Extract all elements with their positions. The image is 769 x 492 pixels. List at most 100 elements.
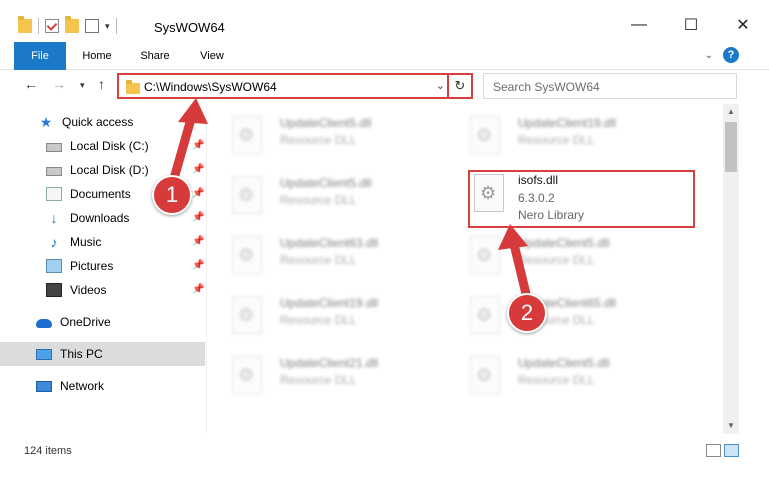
step-2-badge: 2 (507, 293, 547, 333)
forward-arrow-icon[interactable]: → (52, 76, 66, 92)
tab-view[interactable]: View (196, 42, 228, 70)
file-type: Resource DLL (518, 253, 595, 267)
scroll-down-icon[interactable]: ▼ (723, 418, 739, 434)
sidebar-item-label: Local Disk (D:) (70, 163, 149, 177)
sidebar-item-onedrive[interactable]: OneDrive (0, 310, 205, 334)
file-name: UpdateClient21.dll (280, 356, 379, 370)
sidebar-item-music[interactable]: ♪ Music 📌 (0, 230, 205, 254)
window-controls: — ☐ ✕ (613, 10, 769, 40)
refresh-icon[interactable]: ↻ (447, 75, 471, 97)
help-icon[interactable]: ? (723, 47, 739, 63)
computer-icon (36, 348, 52, 360)
step-1-badge: 1 (152, 175, 192, 215)
sidebar-item-pictures[interactable]: Pictures 📌 (0, 254, 205, 278)
back-arrow-icon[interactable]: ← (24, 76, 38, 92)
scroll-up-icon[interactable]: ▲ (723, 104, 739, 120)
file-type: Resource DLL (280, 373, 357, 387)
cloud-icon (36, 319, 52, 328)
navigation-bar: ← → ▾ ↑ C:\Windows\SysWOW64 ⌄ ↻ Search S… (0, 70, 769, 102)
sidebar-item-this-pc[interactable]: This PC (0, 342, 205, 366)
file-type: Resource DLL (280, 253, 357, 267)
scroll-thumb[interactable] (725, 122, 737, 172)
vertical-scrollbar[interactable]: ▲ ▼ (723, 104, 739, 434)
qat-dropdown-icon[interactable]: ▾ (105, 21, 110, 32)
pictures-icon (46, 259, 62, 273)
item-count: 124 items (24, 445, 72, 457)
search-box[interactable]: Search SysWOW64 (483, 73, 737, 99)
sidebar-item-label: Downloads (70, 211, 130, 225)
dll-file-icon (470, 116, 500, 154)
dll-file-icon (232, 236, 262, 274)
dll-file-icon (232, 176, 262, 214)
title-bar: ▾ SysWOW64 — ☐ ✕ (0, 0, 769, 40)
ribbon-right-controls: ⌄ ? (705, 47, 739, 63)
pin-icon[interactable]: 📌 (192, 140, 204, 151)
network-icon (36, 380, 52, 392)
sidebar-item-local-disk-c[interactable]: Local Disk (C:) 📌 (0, 134, 205, 158)
documents-icon (46, 187, 62, 201)
file-name: UpdateClient19.dll (280, 296, 379, 310)
toolbar-separator (115, 18, 117, 34)
tab-share[interactable]: Share (137, 42, 173, 70)
sidebar-item-label: This PC (60, 347, 103, 361)
pin-icon[interactable]: 📌 (192, 212, 204, 223)
file-name: UpdateClient5.dll (280, 116, 372, 130)
sidebar-item-label: Network (60, 379, 105, 393)
dll-file-icon (470, 356, 500, 394)
quick-access-toolbar: ▾ (18, 16, 117, 34)
file-name: UpdateClient19.dll (518, 116, 617, 130)
list-item[interactable]: UpdateClient5.dll Resource DLL (208, 168, 438, 216)
list-item[interactable]: UpdateClient65.dll Resource DLL (446, 288, 676, 336)
file-type: Resource DLL (280, 133, 357, 147)
list-item[interactable]: UpdateClient63.dll Resource DLL (208, 228, 438, 276)
up-arrow-icon[interactable]: ↑ (98, 76, 105, 92)
pin-icon[interactable]: 📌 (192, 236, 204, 247)
pin-icon[interactable]: 📌 (192, 164, 204, 175)
drive-icon (46, 143, 62, 152)
address-dropdown-icon[interactable]: ⌄ (436, 79, 445, 92)
customize-icon[interactable] (85, 19, 99, 33)
file-list: UpdateClient5.dll Resource DLL UpdateCli… (208, 104, 722, 434)
list-item[interactable]: UpdateClient19.dll Resource DLL (446, 108, 676, 156)
pin-icon[interactable]: 📌 (192, 188, 204, 199)
details-view-icon[interactable] (706, 444, 721, 457)
list-item[interactable]: UpdateClient21.dll Resource DLL (208, 348, 438, 396)
sidebar-item-label: OneDrive (60, 315, 111, 329)
view-toggles (706, 444, 739, 457)
list-item[interactable]: UpdateClient5.dll Resource DLL (446, 348, 676, 396)
address-path[interactable]: C:\Windows\SysWOW64 (144, 80, 277, 94)
recent-locations-icon[interactable]: ▾ (80, 80, 85, 91)
pin-icon[interactable]: 📌 (192, 284, 204, 295)
tiles-view-icon[interactable] (724, 444, 739, 457)
folder-icon[interactable] (18, 16, 32, 33)
dll-file-icon (232, 296, 262, 334)
list-item[interactable]: UpdateClient5.dll Resource DLL (208, 108, 438, 156)
minimize-button[interactable]: — (613, 10, 665, 40)
maximize-button[interactable]: ☐ (665, 10, 717, 40)
sidebar-item-network[interactable]: Network (0, 374, 205, 398)
search-input[interactable]: Search SysWOW64 (493, 80, 600, 94)
dll-file-icon (470, 296, 500, 334)
list-item[interactable]: UpdateClient5.dll Resource DLL (446, 228, 676, 276)
navigation-pane: ★ Quick access Local Disk (C:) 📌 Local D… (0, 104, 207, 434)
music-icon: ♪ (50, 234, 58, 250)
folder-icon (126, 80, 140, 94)
list-item[interactable]: UpdateClient19.dll Resource DLL (208, 288, 438, 336)
pin-icon[interactable]: 📌 (192, 260, 204, 271)
sidebar-item-quick-access[interactable]: ★ Quick access (0, 110, 205, 134)
close-button[interactable]: ✕ (717, 10, 769, 40)
new-folder-icon[interactable] (65, 16, 79, 33)
sidebar-item-label: Videos (70, 283, 107, 297)
tab-file[interactable]: File (14, 42, 66, 70)
expand-ribbon-icon[interactable]: ⌄ (705, 50, 713, 61)
file-type: Resource DLL (280, 313, 357, 327)
download-icon: ↓ (50, 210, 58, 226)
sidebar-item-videos[interactable]: Videos 📌 (0, 278, 205, 302)
file-type: Resource DLL (280, 193, 357, 207)
sidebar-item-label: Documents (70, 187, 131, 201)
address-bar[interactable]: C:\Windows\SysWOW64 ⌄ ↻ (117, 73, 473, 99)
properties-check-icon[interactable] (45, 19, 59, 33)
sidebar-item-label: Pictures (70, 259, 114, 273)
tab-home[interactable]: Home (78, 42, 116, 70)
file-name: UpdateClient5.dll (280, 176, 372, 190)
